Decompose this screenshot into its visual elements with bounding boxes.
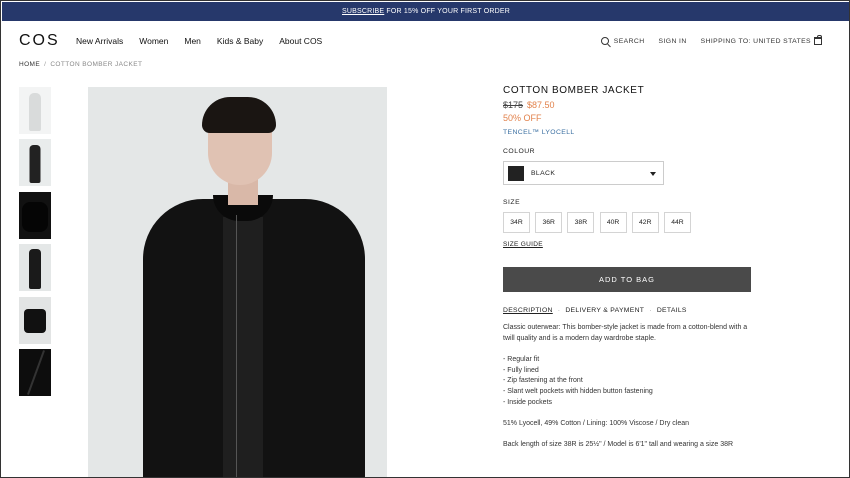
breadcrumb-home[interactable]: HOME: [19, 61, 40, 68]
material-link[interactable]: TENCEL™ LYOCELL: [503, 129, 753, 136]
size-options: 34R 36R 38R 40R 42R 44R: [503, 212, 753, 233]
thumbnail-2[interactable]: [19, 139, 51, 187]
subscribe-link[interactable]: SUBSCRIBE: [342, 8, 384, 15]
search-label: SEARCH: [613, 37, 645, 45]
colour-swatch: [508, 165, 524, 181]
tab-delivery-payment[interactable]: DELIVERY & PAYMENT: [565, 307, 644, 314]
price-row: $175 $87.50: [503, 100, 753, 110]
feature-item: - Slant welt pockets with hidden button …: [503, 388, 653, 396]
size-option-42r[interactable]: 42R: [631, 212, 659, 233]
tab-description[interactable]: DESCRIPTION: [503, 307, 553, 314]
utility-nav: SEARCH SIGN IN SHIPPING TO: UNITED STATE…: [587, 37, 811, 45]
thumbnail-4[interactable]: [19, 244, 51, 292]
promo-banner: SUBSCRIBE FOR 15% OFF YOUR FIRST ORDER: [2, 2, 849, 21]
main-nav-links: New Arrivals Women Men Kids & Baby About…: [76, 36, 338, 46]
top-nav: COS New Arrivals Women Men Kids & Baby A…: [1, 21, 849, 61]
thumbnail-6[interactable]: [19, 348, 51, 396]
size-option-40r[interactable]: 40R: [599, 212, 627, 233]
page-frame: SUBSCRIBE FOR 15% OFF YOUR FIRST ORDER C…: [0, 0, 850, 478]
size-guide-link[interactable]: SIZE GUIDE: [503, 241, 543, 248]
chevron-down-icon: [650, 172, 656, 176]
promo-text: FOR 15% OFF YOUR FIRST ORDER: [384, 8, 510, 15]
description-intro: Classic outerwear: This bomber-style jac…: [503, 324, 748, 342]
thumbnail-1[interactable]: [19, 87, 51, 134]
size-option-34r[interactable]: 34R: [503, 212, 530, 233]
composition-text: 51% Lyocell, 49% Cotton / Lining: 100% V…: [503, 419, 689, 427]
feature-item: - Inside pockets: [503, 398, 553, 406]
thumbnail-zip-detail-figure: [27, 350, 45, 395]
size-option-44r[interactable]: 44R: [663, 212, 691, 233]
fit-text: Back length of size 38R is 25½" / Model …: [503, 441, 734, 449]
thumbnail-model-figure: [29, 145, 41, 184]
main-product-image: [88, 87, 387, 477]
colour-value: BLACK: [531, 169, 556, 177]
thumbnail-3[interactable]: [19, 191, 51, 239]
shopping-bag-icon[interactable]: [814, 35, 822, 45]
breadcrumb-separator: /: [44, 61, 47, 68]
zip-line: [236, 215, 237, 477]
tshirt-shape: [223, 217, 263, 477]
search-icon: [600, 37, 609, 45]
nav-men[interactable]: Men: [184, 36, 201, 46]
size-option-36r[interactable]: 36R: [535, 212, 563, 233]
colour-dropdown[interactable]: BLACK: [503, 161, 664, 185]
tab-separator: ·: [557, 307, 561, 314]
cos-logo[interactable]: COS: [19, 32, 60, 50]
nav-women[interactable]: Women: [139, 36, 168, 46]
thumbnail-model-figure: [29, 93, 41, 131]
product-title: COTTON BOMBER JACKET: [503, 85, 645, 96]
thumbnail-gallery: [19, 87, 51, 401]
feature-list: - Regular fit - Fully lined - Zip fasten…: [503, 355, 753, 409]
product-info: COTTON BOMBER JACKET $175 $87.50 50% OFF …: [503, 85, 753, 461]
nav-kids-baby[interactable]: Kids & Baby: [217, 36, 263, 46]
original-price: $175: [503, 100, 524, 110]
discount-badge: 50% OFF: [503, 113, 542, 123]
tab-details[interactable]: DETAILS: [657, 307, 687, 314]
thumbnail-model-back-figure: [29, 249, 41, 290]
info-tabs: DESCRIPTION · DELIVERY & PAYMENT · DETAI…: [503, 307, 753, 314]
size-option-38r[interactable]: 38R: [567, 212, 595, 233]
thumbnail-flat-jacket-figure: [24, 308, 46, 333]
breadcrumb: HOME / COTTON BOMBER JACKET: [19, 61, 142, 68]
sign-in-link[interactable]: SIGN IN: [659, 38, 687, 45]
nav-new-arrivals[interactable]: New Arrivals: [76, 36, 123, 46]
shipping-selector[interactable]: SHIPPING TO: UNITED STATES: [701, 38, 811, 45]
add-to-bag-button[interactable]: ADD TO BAG: [503, 267, 751, 292]
sale-price: $87.50: [527, 100, 555, 110]
description-panel: Classic outerwear: This bomber-style jac…: [503, 323, 753, 451]
feature-item: - Fully lined: [503, 366, 539, 374]
nav-about-cos[interactable]: About COS: [279, 36, 322, 46]
thumbnail-detail-figure: [22, 201, 48, 232]
breadcrumb-current: COTTON BOMBER JACKET: [50, 61, 143, 68]
size-label: SIZE: [503, 199, 521, 206]
thumbnail-5[interactable]: [19, 296, 51, 344]
model-hair: [202, 97, 276, 133]
feature-item: - Regular fit: [503, 355, 540, 363]
search-button[interactable]: SEARCH: [600, 37, 645, 45]
feature-item: - Zip fastening at the front: [503, 377, 583, 385]
tab-separator: ·: [649, 307, 652, 314]
colour-label: COLOUR: [503, 148, 536, 155]
